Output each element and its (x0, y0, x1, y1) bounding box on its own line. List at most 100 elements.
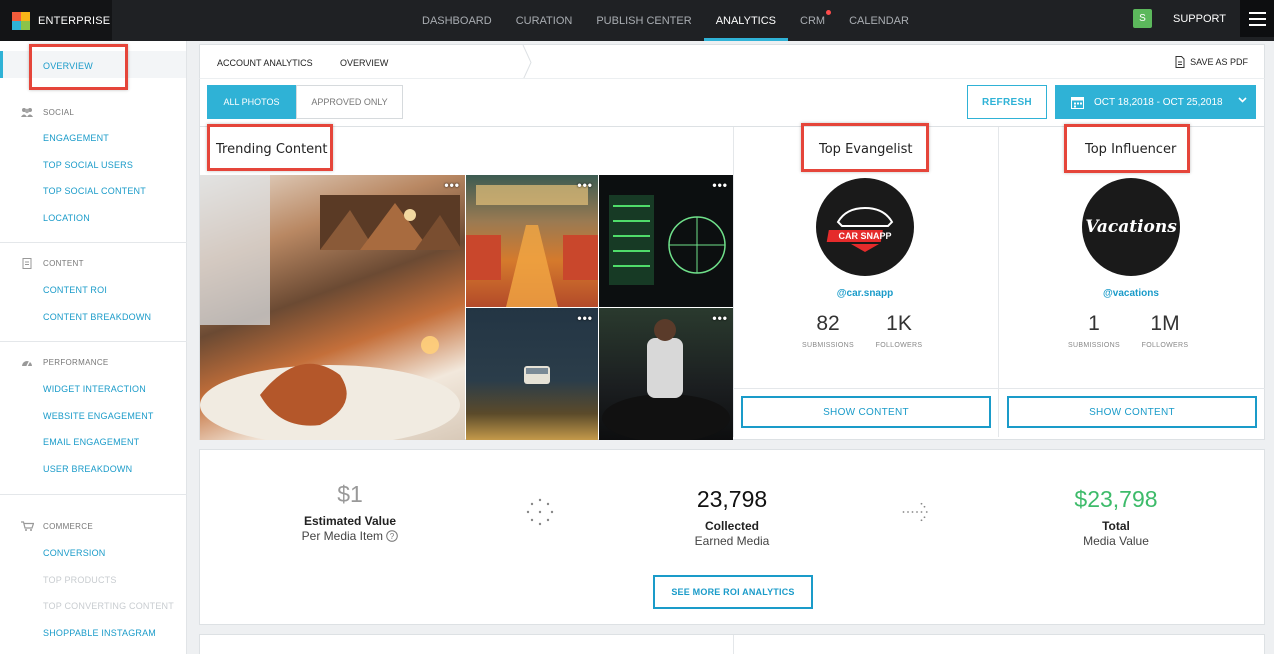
top-navigation-bar: ENTERPRISE DASHBOARD CURATION PUBLISH CE… (0, 0, 1274, 41)
breadcrumb-separator-icon (522, 45, 532, 80)
sidebar-item-top-converting-content[interactable]: TOP CONVERTING CONTENT (43, 601, 174, 611)
brand-logo-icon (12, 11, 30, 30)
sidebar-item-email-engagement[interactable]: EMAIL ENGAGEMENT (43, 437, 139, 447)
sidebar-item-website-engagement[interactable]: WEBSITE ENGAGEMENT (43, 411, 154, 421)
breadcrumb-overview: OVERVIEW (340, 58, 389, 68)
sidebar-item-overview[interactable]: OVERVIEW (43, 61, 93, 71)
evangelist-handle[interactable]: @car.snapp (803, 288, 927, 299)
all-photos-toggle[interactable]: ALL PHOTOS (207, 85, 296, 119)
roi-summary: $1 Estimated Value Per Media Item ? 23,7… (199, 449, 1265, 625)
sidebar-item-content-breakdown[interactable]: CONTENT BREAKDOWN (43, 312, 151, 322)
shop-badge[interactable]: S (1133, 9, 1152, 28)
estimated-value-sub: Per Media Item ? (270, 529, 430, 543)
sidebar-item-top-social-users[interactable]: TOP SOCIAL USERS (43, 160, 133, 170)
sidebar-item-engagement[interactable]: ENGAGEMENT (43, 133, 109, 143)
filter-bar: ALL PHOTOS APPROVED ONLY REFRESH OCT 18,… (199, 78, 1265, 127)
main-nav: DASHBOARD CURATION PUBLISH CENTER ANALYT… (410, 0, 921, 41)
car-logo-icon: CAR SNAPP (826, 206, 894, 252)
chevron-down-icon (1238, 97, 1247, 103)
save-as-pdf-button[interactable]: SAVE AS PDF (1175, 56, 1248, 68)
date-range-picker[interactable]: OCT 18,2018 - OCT 25,2018 (1055, 85, 1256, 119)
sidebar-item-user-breakdown[interactable]: USER BREAKDOWN (43, 464, 132, 474)
trending-image[interactable]: ••• (200, 175, 465, 440)
influencer-show-content-button[interactable]: SHOW CONTENT (1007, 396, 1257, 428)
estimated-value-sub-label: Per Media Item (301, 529, 384, 543)
nav-publish-center[interactable]: PUBLISH CENTER (584, 0, 703, 41)
estimated-value-label: Estimated Value (303, 514, 397, 528)
nav-analytics[interactable]: ANALYTICS (703, 0, 789, 41)
more-options-icon[interactable]: ••• (577, 178, 593, 192)
evangelist-submissions-count: 82 (816, 312, 840, 335)
loading-spinner-icon (902, 502, 928, 522)
brand[interactable]: ENTERPRISE (0, 0, 112, 41)
sidebar-item-conversion[interactable]: CONVERSION (43, 548, 106, 558)
total-label: Total (1102, 519, 1130, 533)
avatar-text: Vacations (1085, 217, 1177, 237)
trending-image[interactable]: ••• (599, 175, 733, 307)
more-options-icon[interactable]: ••• (712, 178, 728, 192)
more-options-icon[interactable]: ••• (712, 311, 728, 325)
trending-image[interactable]: ••• (466, 308, 598, 440)
influencer-avatar[interactable]: Vacations (1082, 178, 1180, 276)
notification-dot (826, 10, 832, 15)
more-options-icon[interactable]: ••• (444, 178, 460, 192)
evangelist-followers-count: 1K (886, 312, 912, 335)
refresh-button[interactable]: REFRESH (967, 85, 1047, 119)
trending-image[interactable]: ••• (466, 175, 598, 307)
total-sub: Media Value (1083, 534, 1149, 548)
breadcrumb-account-analytics[interactable]: ACCOUNT ANALYTICS (217, 58, 313, 68)
more-options-icon[interactable]: ••• (577, 311, 593, 325)
avatar-text: CAR SNAPP (838, 231, 891, 241)
sidebar-item-content-roi[interactable]: CONTENT ROI (43, 285, 107, 295)
collected-sub: Earned Media (694, 534, 770, 548)
nav-curation[interactable]: CURATION (504, 0, 585, 41)
nav-dashboard[interactable]: DASHBOARD (410, 0, 504, 41)
calendar-icon (1071, 96, 1084, 109)
help-icon[interactable]: ? (386, 530, 399, 542)
next-section (199, 634, 1265, 654)
see-more-roi-analytics-button[interactable]: SEE MORE ROI ANALYTICS (653, 575, 813, 609)
nav-calendar[interactable]: CALENDAR (837, 0, 921, 41)
trending-image[interactable]: ••• (599, 308, 733, 440)
top-evangelist-title: Top Evangelist (819, 142, 913, 157)
total-media-value: $23,798 (1074, 486, 1158, 512)
evangelist-avatar[interactable]: CAR SNAPP (816, 178, 914, 276)
nav-crm[interactable]: CRM (788, 0, 837, 41)
influencer-followers-label: FOLLOWERS (1141, 342, 1189, 349)
sidebar-item-location[interactable]: LOCATION (43, 213, 90, 223)
sidebar-item-top-products[interactable]: TOP PRODUCTS (43, 575, 117, 585)
cockpit-display-graphic (609, 195, 726, 285)
sidebar: OVERVIEW SOCIAL ENGAGEMENT TOP SOCIAL US… (0, 41, 187, 654)
evangelist-show-content-button[interactable]: SHOW CONTENT (741, 396, 991, 428)
evangelist-followers-label: FOLLOWERS (875, 342, 923, 349)
sidebar-item-widget-interaction[interactable]: WIDGET INTERACTION (43, 384, 146, 394)
van-night-graphic (524, 366, 550, 384)
date-range-label: OCT 18,2018 - OCT 25,2018 (1094, 96, 1223, 108)
influencer-submissions-label: SUBMISSIONS (1068, 342, 1120, 349)
loading-spinner-icon (526, 498, 554, 526)
estimated-value: $1 (337, 481, 363, 507)
collected-label: Collected (704, 519, 759, 533)
sidebar-heading-label: COMMERCE (43, 521, 93, 531)
sidebar-item-shoppable-instagram[interactable]: SHOPPABLE INSTAGRAM (43, 628, 156, 638)
hamburger-menu-icon[interactable] (1240, 0, 1274, 37)
approved-only-toggle[interactable]: APPROVED ONLY (296, 85, 403, 119)
breadcrumb: ACCOUNT ANALYTICS OVERVIEW SAVE AS PDF (199, 44, 1265, 80)
influencer-handle[interactable]: @vacations (1069, 288, 1193, 299)
sidebar-heading-label: CONTENT (43, 258, 84, 268)
cart-icon (20, 521, 34, 531)
collected-count: 23,798 (696, 486, 768, 512)
users-icon (20, 107, 34, 117)
support-link[interactable]: SUPPORT (1173, 0, 1226, 37)
sidebar-heading-label: PERFORMANCE (43, 357, 109, 367)
influencer-followers-count: 1M (1150, 312, 1180, 335)
sidebar-heading-social: SOCIAL (20, 107, 74, 117)
person-car-graphic (602, 319, 730, 440)
mountain-tapestry-graphic (200, 175, 462, 440)
sidebar-item-top-social-content[interactable]: TOP SOCIAL CONTENT (43, 186, 146, 196)
trending-content-title: Trending Content (216, 142, 328, 157)
document-icon (1175, 56, 1185, 68)
evangelist-submissions-label: SUBMISSIONS (802, 342, 854, 349)
save-as-pdf-label: SAVE AS PDF (1190, 57, 1248, 67)
sidebar-heading-content: CONTENT (20, 257, 84, 269)
